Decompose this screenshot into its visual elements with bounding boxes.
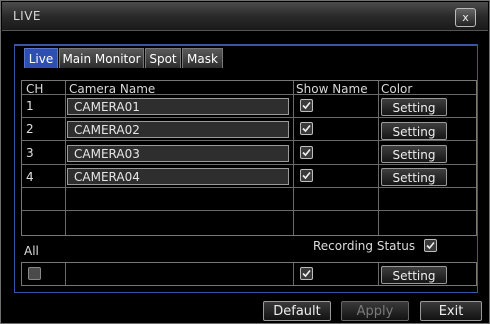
color-setting-button[interactable]: Setting	[381, 98, 447, 116]
checkmark-icon	[302, 101, 311, 110]
recording-status-label: Recording Status	[313, 239, 416, 253]
row-divider	[22, 117, 476, 118]
all-label: All	[24, 244, 39, 258]
color-setting-button[interactable]: Setting	[381, 122, 447, 140]
channel-number: 1	[26, 99, 34, 113]
close-icon: x	[462, 11, 469, 24]
channel-number: 4	[26, 170, 34, 184]
column-divider	[65, 263, 66, 285]
show-name-checkbox[interactable]	[300, 99, 313, 112]
camera-name-input[interactable]: CAMERA02	[67, 121, 289, 138]
column-divider	[378, 263, 379, 285]
checkmark-icon	[302, 269, 311, 278]
channel-number: 3	[26, 146, 34, 160]
column-divider	[293, 263, 294, 285]
column-divider	[378, 81, 379, 235]
apply-button[interactable]: Apply	[341, 301, 409, 321]
exit-button[interactable]: Exit	[420, 301, 482, 321]
camera-name-input[interactable]: CAMERA01	[67, 98, 289, 115]
row-divider	[22, 210, 476, 211]
close-button[interactable]: x	[455, 8, 476, 27]
channel-number: 2	[26, 122, 34, 136]
row-divider	[22, 94, 476, 95]
tab-spot[interactable]: Spot	[145, 48, 181, 68]
checkmark-icon	[302, 148, 311, 157]
window-title: LIVE	[13, 9, 42, 23]
column-divider	[293, 81, 294, 235]
all-color-setting-button[interactable]: Setting	[381, 266, 447, 284]
row-divider	[22, 164, 476, 165]
show-name-checkbox[interactable]	[300, 146, 313, 159]
column-divider	[65, 81, 66, 235]
color-setting-button[interactable]: Setting	[381, 168, 447, 186]
recording-status-checkbox[interactable]	[424, 239, 437, 252]
default-button[interactable]: Default	[263, 301, 331, 321]
checkmark-icon	[302, 124, 311, 133]
camera-name-input[interactable]: CAMERA03	[67, 145, 289, 162]
tab-main-monitor[interactable]: Main Monitor	[59, 48, 144, 68]
checkmark-icon	[426, 241, 435, 250]
tab-live[interactable]: Live	[24, 48, 58, 68]
camera-name-input[interactable]: CAMERA04	[67, 168, 289, 185]
show-name-checkbox[interactable]	[300, 122, 313, 135]
show-name-checkbox[interactable]	[300, 169, 313, 182]
row-divider	[22, 187, 476, 188]
all-show-name-checkbox[interactable]	[300, 267, 313, 280]
color-setting-button[interactable]: Setting	[381, 145, 447, 163]
title-bar: LIVE x	[2, 2, 488, 31]
checkmark-icon	[302, 171, 311, 180]
tab-mask[interactable]: Mask	[182, 48, 223, 68]
select-all-checkbox[interactable]	[28, 267, 41, 280]
